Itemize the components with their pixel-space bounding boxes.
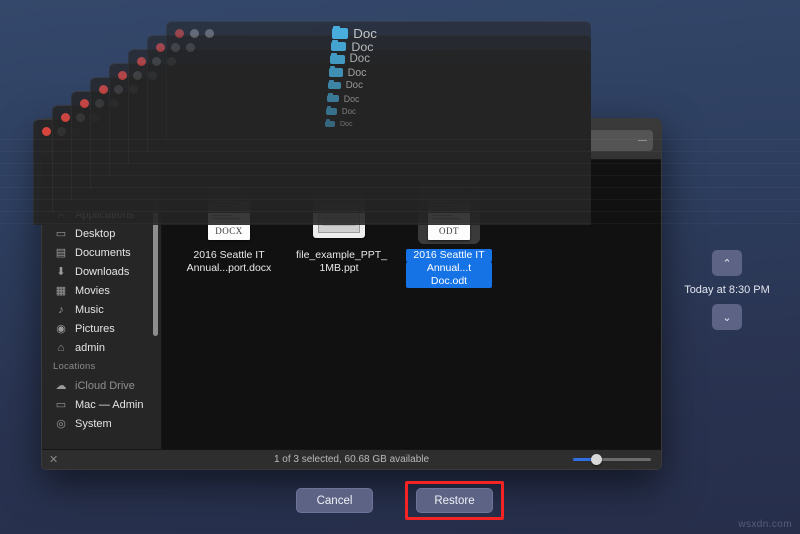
stacked-window-doc-item: Doc: [330, 52, 370, 65]
folder-icon: [330, 52, 345, 64]
sidebar-item-label: System: [75, 417, 112, 430]
icon-size-slider[interactable]: [573, 454, 651, 466]
doc-label: Doc: [345, 80, 363, 91]
chevron-down-icon: ⌄: [722, 311, 732, 324]
resize-icon[interactable]: ✕: [49, 453, 58, 466]
watermark: wsxdn.com: [738, 519, 792, 530]
sidebar-item-mac-admin[interactable]: ▭ Mac — Admin: [42, 395, 161, 414]
home-icon: ⌂: [57, 341, 65, 354]
slider-knob[interactable]: [591, 454, 602, 465]
doc-label: Doc: [349, 53, 370, 65]
doc-label: Doc: [353, 26, 377, 41]
file-name: 2016 Seattle IT Annual...t Doc.odt: [406, 249, 492, 288]
pictures-icon: ◉: [56, 323, 66, 335]
stacked-window-divider: [0, 175, 800, 176]
time-navigator: ⌃ Today at 8:30 PM ⌄: [672, 250, 782, 330]
next-backup-button[interactable]: ⌄: [712, 304, 742, 330]
folder-icon: [328, 79, 341, 90]
sidebar-item-label: iCloud Drive: [75, 379, 135, 392]
status-text: 1 of 3 selected, 60.68 GB available: [273, 454, 430, 465]
cloud-icon: ☁: [55, 380, 67, 392]
disk-icon: ◎: [56, 418, 66, 430]
chevron-up-icon: ⌃: [722, 257, 732, 270]
documents-icon: ▤: [55, 247, 67, 259]
file-name-line: 2016 Seattle IT: [406, 249, 492, 262]
dialog-buttons: Cancel Restore: [0, 481, 800, 520]
file-name-line: Annual...t Doc.odt: [406, 262, 492, 288]
sidebar-item-icloud-drive[interactable]: ☁ iCloud Drive: [42, 376, 161, 395]
file-name-line: 1MB.ppt: [319, 262, 359, 274]
stacked-window-doc-item: Doc: [328, 79, 363, 91]
stacked-window: [166, 21, 591, 141]
stacked-window-divider: [0, 211, 800, 212]
finder-statusbar: ✕ 1 of 3 selected, 60.68 GB available: [42, 449, 661, 469]
folder-icon: [327, 93, 339, 102]
sidebar-item-label: Desktop: [75, 227, 116, 240]
sidebar-item-pictures[interactable]: ◉ Pictures: [42, 319, 161, 338]
folder-icon: [329, 66, 343, 77]
stacked-window-divider: [0, 139, 800, 140]
file-extension-label: ODT: [439, 226, 459, 236]
sidebar-item-downloads[interactable]: ⬇ Downloads: [42, 262, 161, 281]
cancel-button[interactable]: Cancel: [296, 488, 373, 513]
restore-button-highlight: Restore: [405, 481, 504, 520]
folder-icon: [331, 39, 347, 52]
file-name-line: 2016 Seattle IT: [193, 249, 265, 261]
sidebar-item-music[interactable]: ♪ Music: [42, 300, 161, 319]
doc-label: Doc: [341, 107, 356, 116]
sidebar-item-label: admin: [75, 341, 105, 354]
doc-label: Doc: [347, 66, 367, 79]
stacked-window-divider: [0, 223, 800, 224]
file-name-line: file_example_PPT_: [296, 249, 388, 261]
sidebar-item-label: Downloads: [75, 265, 130, 278]
sidebar-item-label: Music: [75, 303, 104, 316]
stacked-window-doc-item: Doc: [329, 66, 367, 79]
stacked-window-doc-item: Doc: [327, 93, 360, 104]
file-name-line: Annual...port.docx: [186, 262, 272, 274]
music-icon: ♪: [58, 303, 64, 316]
file-extension-label: DOCX: [215, 226, 243, 236]
file-name: 2016 Seattle IT Annual...port.docx: [186, 249, 272, 275]
restore-button[interactable]: Restore: [416, 488, 493, 513]
sidebar-item-admin[interactable]: ⌂ admin: [42, 338, 161, 357]
sidebar-item-desktop[interactable]: ▭ Desktop: [42, 224, 161, 243]
stacked-window-divider: [0, 187, 800, 188]
sidebar-section-title: Locations: [53, 361, 96, 372]
doc-label: Doc: [351, 39, 374, 54]
doc-label: Doc: [340, 120, 353, 128]
sidebar-item-label: Movies: [75, 284, 110, 297]
sidebar-item-label: Pictures: [75, 322, 115, 335]
sidebar-item-movies[interactable]: ▦ Movies: [42, 281, 161, 300]
stacked-window-divider: [0, 163, 800, 164]
desktop-icon: ▭: [55, 228, 67, 240]
sidebar-item-label: Mac — Admin: [75, 398, 144, 411]
computer-icon: ▭: [55, 399, 67, 411]
folder-icon: [332, 26, 349, 39]
folder-icon: [325, 119, 335, 127]
previous-backup-button[interactable]: ⌃: [712, 250, 742, 276]
sidebar-item-system[interactable]: ◎ System: [42, 414, 161, 433]
sidebar-item-documents[interactable]: ▤ Documents: [42, 243, 161, 262]
doc-label: Doc: [343, 93, 360, 104]
stacked-window-divider: [0, 199, 800, 200]
file-name: file_example_PPT_ 1MB.ppt: [296, 249, 388, 275]
stacked-window-divider: [0, 151, 800, 152]
stacked-window-doc-item: Doc: [326, 106, 356, 116]
movies-icon: ▦: [55, 285, 67, 297]
stacked-window-doc-item: Doc: [325, 119, 353, 128]
folder-icon: [326, 106, 337, 115]
stacked-window-doc-item: Doc: [332, 26, 377, 41]
sidebar-item-label: Documents: [75, 246, 131, 259]
backup-timestamp: Today at 8:30 PM: [684, 284, 770, 296]
download-icon: ⬇: [56, 266, 66, 278]
stacked-window-doc-item: Doc: [331, 40, 373, 54]
stacked-window-traffic-lights: [175, 29, 214, 38]
